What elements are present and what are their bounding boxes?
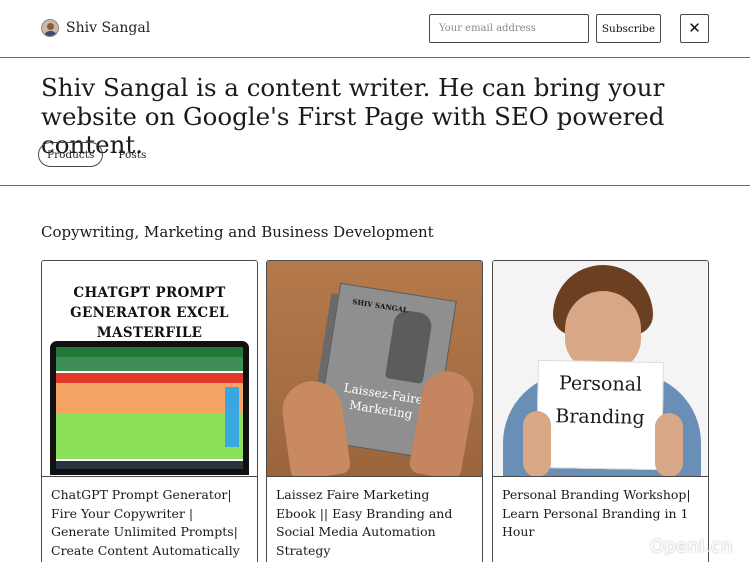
close-icon[interactable]: ✕ xyxy=(680,14,709,43)
product-title[interactable]: Personal Branding Workshop| Learn Person… xyxy=(493,477,708,542)
brand[interactable]: Shiv Sangal xyxy=(41,19,150,37)
left-hand xyxy=(523,411,551,476)
product-title[interactable]: Laissez Faire Marketing Ebook || Easy Br… xyxy=(267,477,482,561)
top-bar: Shiv Sangal Subscribe ✕ xyxy=(0,0,750,58)
person-face xyxy=(565,291,641,371)
spreadsheet-screen xyxy=(56,347,243,469)
avatar-head xyxy=(47,23,54,30)
sheet-ribbon xyxy=(56,357,243,371)
taskbar xyxy=(56,461,243,469)
avatar xyxy=(41,19,59,37)
brand-name[interactable]: Shiv Sangal xyxy=(66,20,150,36)
email-input[interactable] xyxy=(429,14,589,43)
laptop-illustration xyxy=(50,341,249,475)
watermark: OpenI.cn xyxy=(650,536,733,557)
product-card[interactable]: CHATGPT PROMPT GENERATOR EXCEL MASTERFIL… xyxy=(41,260,258,562)
book-figure xyxy=(384,308,434,384)
sheet-column-blue xyxy=(225,387,239,447)
product-title[interactable]: ChatGPT Prompt Generator| Fire Your Copy… xyxy=(42,477,257,561)
product-card[interactable]: Personal Branding Personal Branding Work… xyxy=(492,260,709,562)
tab-products[interactable]: Products xyxy=(38,142,104,167)
divider xyxy=(0,185,750,186)
product-image[interactable]: SHIV SANGAL Laissez-Faire Marketing xyxy=(267,261,482,477)
sheet-rows-orange xyxy=(56,383,243,413)
sheet-toolbar xyxy=(56,347,243,357)
right-hand xyxy=(655,413,683,476)
subscribe-button[interactable]: Subscribe xyxy=(596,14,661,43)
product-image-text: CHATGPT PROMPT GENERATOR EXCEL MASTERFIL… xyxy=(70,285,229,341)
sign-card: Personal Branding xyxy=(536,359,664,471)
product-image[interactable]: Personal Branding xyxy=(493,261,708,477)
section-title: Copywriting, Marketing and Business Deve… xyxy=(41,223,434,241)
product-image[interactable]: CHATGPT PROMPT GENERATOR EXCEL MASTERFIL… xyxy=(42,261,257,477)
avatar-body xyxy=(44,31,57,36)
product-card[interactable]: SHIV SANGAL Laissez-Faire Marketing Lais… xyxy=(266,260,483,562)
book-author: SHIV SANGAL xyxy=(351,296,409,315)
tab-posts[interactable]: Posts xyxy=(109,142,155,167)
sheet-rows-green xyxy=(56,413,243,459)
tabs: Products Posts xyxy=(38,142,155,167)
sheet-header-row xyxy=(56,373,243,383)
sign-text: Personal Branding xyxy=(555,372,645,429)
